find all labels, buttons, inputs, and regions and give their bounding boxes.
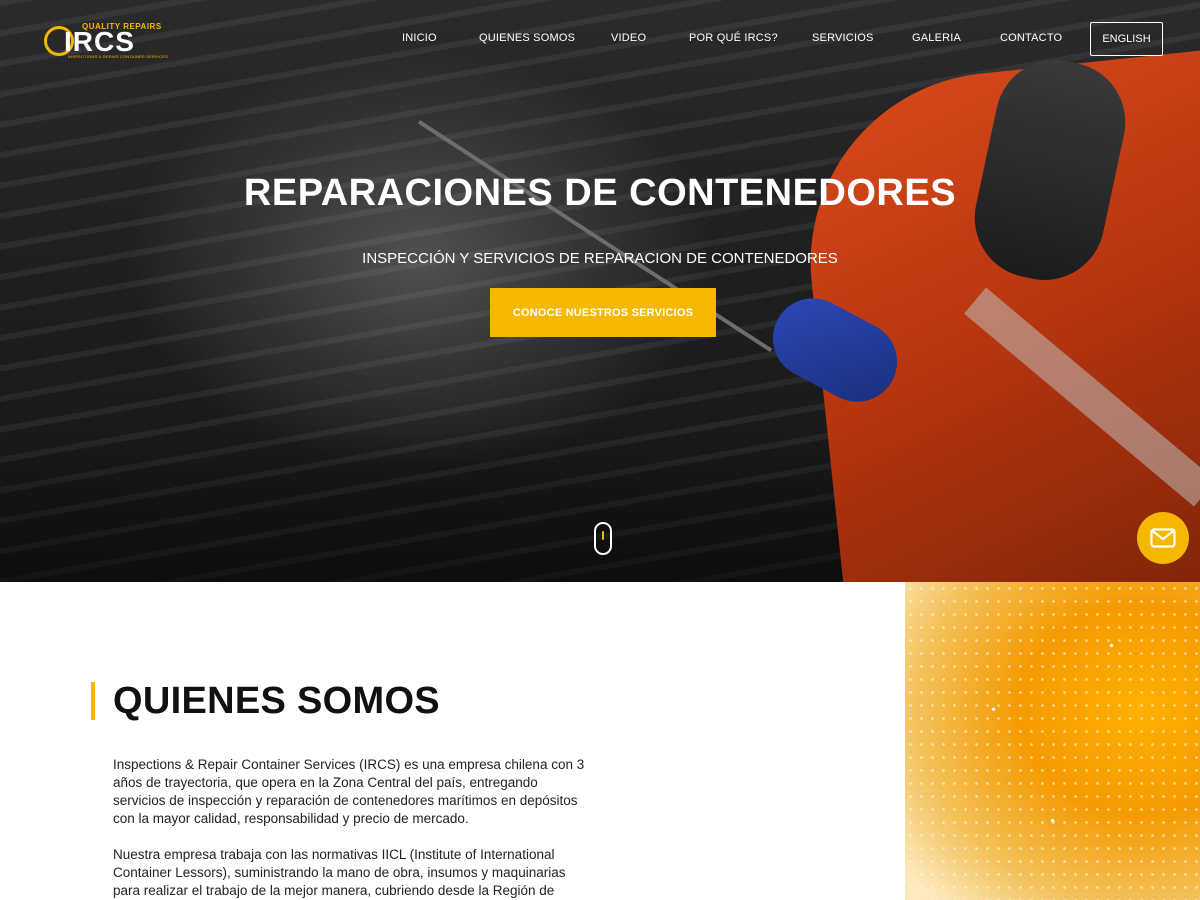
nav-item-quienes-somos[interactable]: QUIENES SOMOS: [479, 32, 575, 44]
hero-subtitle: INSPECCIÓN Y SERVICIOS DE REPARACION DE …: [362, 250, 838, 267]
section-title-accent: [91, 682, 95, 720]
nav-item-por-que-ircs[interactable]: POR QUÉ IRCS?: [689, 32, 778, 44]
nav-item-servicios[interactable]: SERVICIOS: [812, 32, 874, 44]
hero-title: REPARACIONES DE CONTENEDORES: [243, 172, 957, 214]
logo-name: IRCS: [64, 26, 135, 57]
nav-item-contacto[interactable]: CONTACTO: [1000, 32, 1062, 44]
about-title: QUIENES SOMOS: [113, 680, 440, 722]
hero-section: REPARACIONES DE CONTENEDORES INSPECCIÓN …: [0, 0, 1200, 582]
sparks-image: [905, 582, 1200, 900]
language-button[interactable]: ENGLISH: [1090, 22, 1163, 56]
about-paragraph-1: Inspections & Repair Container Services …: [113, 757, 585, 826]
site-header: QUALITY REPAIRS IRCS INSPECTIONS & REPAI…: [0, 0, 1200, 80]
contact-mail-button[interactable]: [1137, 512, 1189, 564]
services-cta-button[interactable]: CONOCE NUESTROS SERVICIOS: [490, 288, 716, 337]
nav-item-galeria[interactable]: GALERIA: [912, 32, 961, 44]
site-logo[interactable]: QUALITY REPAIRS IRCS INSPECTIONS & REPAI…: [44, 22, 170, 60]
scroll-dot: [602, 531, 604, 540]
nav-item-inicio[interactable]: INICIO: [402, 32, 437, 44]
mouse-scroll-icon[interactable]: [594, 522, 612, 555]
about-paragraph-2: Nuestra empresa trabaja con las normativ…: [113, 847, 566, 898]
sparks-particles: [905, 582, 1200, 900]
logo-subline: INSPECTIONS & REPAIR CONTAINER SERVICES: [68, 54, 169, 59]
hero-background-floor: [0, 430, 960, 582]
nav-item-video[interactable]: VIDEO: [611, 32, 646, 44]
mail-icon: [1150, 528, 1176, 548]
